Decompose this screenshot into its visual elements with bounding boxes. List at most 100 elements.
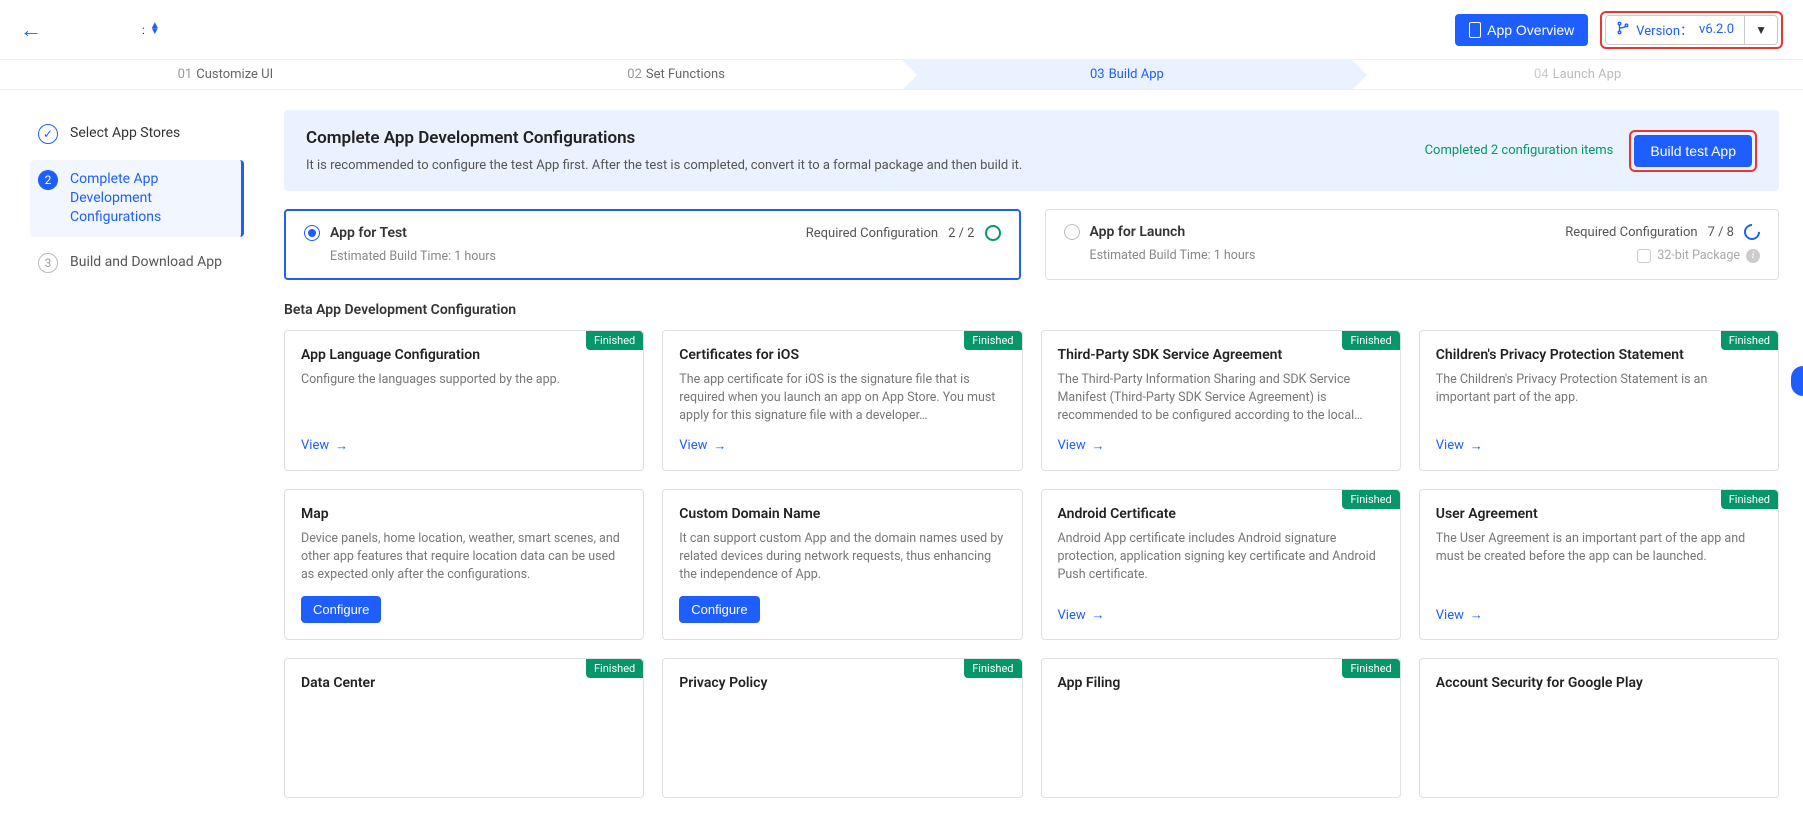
arrow-right-icon: →	[1470, 607, 1483, 623]
card-desc: Android App certificate includes Android…	[1058, 530, 1384, 595]
radio-app-for-launch[interactable]: App for Launch Required Configuration 7 …	[1045, 209, 1780, 280]
radio-icon	[304, 225, 320, 241]
arrow-right-icon: →	[1092, 607, 1105, 623]
card-desc: The Children's Privacy Protection Statem…	[1436, 371, 1762, 425]
steps-strip: 01 Customize UI 02 Set Functions 03 Buil…	[0, 60, 1803, 90]
cards-grid: FinishedApp Language ConfigurationConfig…	[284, 330, 1779, 798]
view-link[interactable]: View →	[1058, 607, 1105, 623]
config-card: FinishedChildren's Privacy Protection St…	[1419, 330, 1779, 471]
build-time-launch: Estimated Build Time: 1 hours	[1064, 248, 1256, 263]
card-desc	[301, 699, 627, 781]
side-handle[interactable]	[1791, 366, 1803, 396]
build-time-test: Estimated Build Time: 1 hours	[304, 249, 496, 264]
config-banner: Complete App Development Configurations …	[284, 110, 1779, 191]
top-bar: ← : ▲▼ App Overview Version： v6.2.0 ▼	[0, 0, 1803, 60]
card-desc: Device panels, home location, weather, s…	[301, 530, 627, 584]
version-selector[interactable]: Version： v6.2.0	[1606, 16, 1745, 44]
config-card: FinishedApp Filing	[1041, 658, 1401, 798]
banner-title: Complete App Development Configurations	[306, 128, 1022, 148]
sidebar-item-build-download[interactable]: 3 Build and Download App	[30, 243, 244, 283]
config-card: FinishedAndroid Certificate Android App c…	[1041, 489, 1401, 640]
mid-frag: :	[142, 23, 145, 37]
card-title: App Language Configuration	[301, 347, 627, 363]
finished-badge: Finished	[1721, 331, 1778, 350]
config-card: FinishedPrivacy Policy	[662, 658, 1022, 798]
version-value: v6.2.0	[1699, 22, 1734, 37]
completed-count: Completed 2 configuration items	[1425, 143, 1614, 158]
back-arrow-icon[interactable]: ←	[20, 17, 42, 43]
req-count: 7 / 8	[1708, 225, 1734, 240]
step-build-app[interactable]: 03 Build App	[902, 60, 1353, 89]
radio-icon	[1064, 224, 1080, 240]
phone-icon	[1469, 22, 1481, 38]
view-link[interactable]: View →	[679, 438, 726, 454]
config-card: Account Security for Google Play	[1419, 658, 1779, 798]
finished-badge: Finished	[1342, 659, 1399, 678]
config-card: FinishedThird-Party SDK Service Agreemen…	[1041, 330, 1401, 471]
status-complete-icon	[985, 225, 1001, 241]
view-link[interactable]: View →	[1436, 438, 1483, 454]
config-card: Map Device panels, home location, weather…	[284, 489, 644, 640]
branch-icon	[1616, 21, 1630, 39]
info-icon[interactable]: i	[1746, 249, 1760, 263]
sidebar-item-select-stores[interactable]: ✓ Select App Stores	[30, 114, 244, 154]
step-launch-app[interactable]: 04 Launch App	[1352, 60, 1803, 89]
config-card: FinishedData Center	[284, 658, 644, 798]
app-overview-button[interactable]: App Overview	[1455, 14, 1588, 46]
card-title: Privacy Policy	[679, 675, 1005, 691]
card-desc: It can support custom App and the domain…	[679, 530, 1005, 584]
finished-badge: Finished	[586, 331, 643, 350]
card-title: Custom Domain Name	[679, 506, 1005, 522]
config-card: FinishedUser AgreementThe User Agreement…	[1419, 489, 1779, 640]
banner-subtitle: It is recommended to configure the test …	[306, 158, 1022, 173]
configure-button[interactable]: Configure	[301, 596, 381, 623]
build-test-app-button[interactable]: Build test App	[1634, 135, 1752, 167]
card-title: App Filing	[1058, 675, 1384, 691]
card-desc: The User Agreement is an important part …	[1436, 530, 1762, 595]
overview-label: App Overview	[1487, 22, 1574, 38]
card-title: Android Certificate	[1058, 506, 1384, 522]
config-card: FinishedCertificates for iOSThe app cert…	[662, 330, 1022, 471]
finished-badge: Finished	[1721, 490, 1778, 509]
card-desc: Configure the languages supported by the…	[301, 371, 627, 425]
main-content: Complete App Development Configurations …	[260, 90, 1803, 818]
card-title: Third-Party SDK Service Agreement	[1058, 347, 1384, 363]
finished-badge: Finished	[964, 331, 1021, 350]
section-title: Beta App Development Configuration	[284, 302, 1779, 318]
card-desc	[1058, 699, 1384, 781]
card-title: Data Center	[301, 675, 627, 691]
configure-button[interactable]: Configure	[679, 596, 759, 623]
version-label: Version：	[1636, 20, 1693, 39]
view-link[interactable]: View →	[1058, 438, 1105, 454]
config-card: Custom Domain Name It can support custom …	[662, 489, 1022, 640]
step-number-badge: 2	[38, 170, 58, 190]
step-customize-ui[interactable]: 01 Customize UI	[0, 60, 451, 89]
finished-badge: Finished	[586, 659, 643, 678]
arrow-right-icon: →	[1470, 438, 1483, 454]
radio-app-for-test[interactable]: App for Test Required Configuration 2 / …	[284, 209, 1021, 280]
card-desc	[679, 699, 1005, 781]
card-title: Map	[301, 506, 627, 522]
topbar-mid: : ▲▼	[142, 23, 160, 37]
card-title: Account Security for Google Play	[1436, 675, 1762, 691]
status-progress-icon	[1741, 221, 1764, 244]
req-label: Required Configuration	[1565, 225, 1697, 240]
check-icon: ✓	[38, 124, 58, 144]
req-label: Required Configuration	[806, 226, 938, 241]
view-link[interactable]: View →	[301, 438, 348, 454]
view-link[interactable]: View →	[1436, 607, 1483, 623]
arrow-right-icon: →	[713, 438, 726, 454]
req-count: 2 / 2	[948, 226, 974, 241]
step-set-functions[interactable]: 02 Set Functions	[451, 60, 902, 89]
finished-badge: Finished	[964, 659, 1021, 678]
finished-badge: Finished	[1342, 331, 1399, 350]
finished-badge: Finished	[1342, 490, 1399, 509]
checkbox-32bit[interactable]	[1637, 249, 1651, 263]
arrow-right-icon: →	[1092, 438, 1105, 454]
sort-icon[interactable]: ▲▼	[150, 23, 160, 35]
card-title: Children's Privacy Protection Statement	[1436, 347, 1762, 363]
card-title: Certificates for iOS	[679, 347, 1005, 363]
pkg-label: 32-bit Package	[1657, 248, 1740, 263]
version-dropdown-caret[interactable]: ▼	[1745, 23, 1777, 37]
sidebar-item-complete-config[interactable]: 2 Complete App Development Configuration…	[30, 160, 244, 237]
